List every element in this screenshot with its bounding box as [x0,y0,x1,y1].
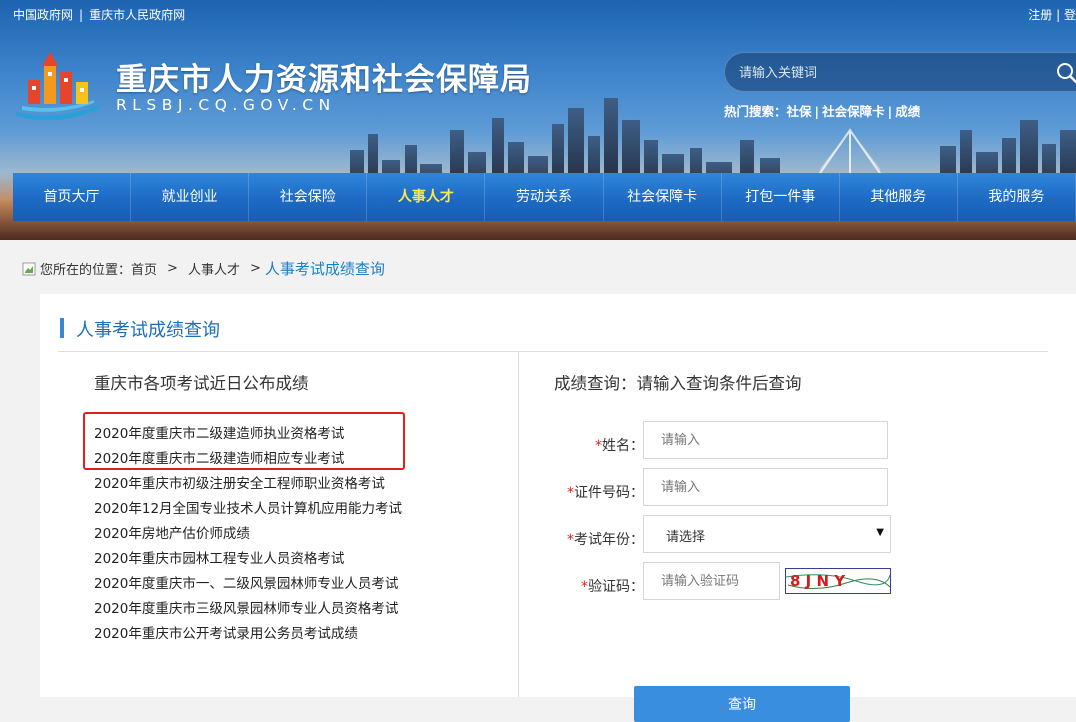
nav-item-employment[interactable]: 就业创业 [131,173,250,221]
breadcrumb-current: 人事考试成绩查询 [264,260,385,278]
exam-item[interactable]: 2020年重庆市园林工程专业人员资格考试 [94,547,402,572]
id-number-label: *证件号码： [567,485,644,501]
bureau-logo-icon [16,52,100,120]
breadcrumb-separator: > [167,261,178,276]
recent-scores-section: 重庆市各项考试近日公布成绩 2020年度重庆市二级建造师执业资格考试 2020年… [40,352,519,697]
account-links-separator: | [1056,8,1061,22]
required-mark: * [595,438,602,454]
captcha-image[interactable]: 8 J N Y [785,568,891,594]
breadcrumb-home[interactable]: 首页 [131,259,157,278]
required-mark: * [567,485,574,501]
nav-item-social-security-card[interactable]: 社会保障卡 [604,173,722,221]
search-input[interactable] [737,61,1041,85]
breadcrumb: 您所在的位置： 首页 > 人事人才 > 人事考试成绩查询 [22,258,385,279]
page-header: 中国政府网 | 重庆市人民政府网 注册 | 登 重庆市人力资源和社会保障局 RLSB… [0,0,1076,240]
top-links-separator: | [79,8,84,22]
required-mark: * [567,532,574,548]
site-title: 重庆市人力资源和社会保障局 [116,62,532,98]
query-heading: 成绩查询：请输入查询条件后查询 [554,374,802,393]
exam-year-selected: 请选择 [666,530,706,545]
hot-search: 热门搜索：社保 | 社会保障卡 | 成绩 [724,104,921,119]
search-box [724,52,1076,92]
captcha-label: *验证码： [581,579,644,595]
content-area: 您所在的位置： 首页 > 人事人才 > 人事考试成绩查询 人事考试成绩查询 重庆… [0,240,1076,722]
hot-search-item-score[interactable]: 成绩 [895,104,920,119]
name-input[interactable] [643,421,888,459]
exam-year-select[interactable]: 请选择 ▼ [643,515,891,553]
required-mark: * [581,579,588,595]
score-query-panel: 人事考试成绩查询 重庆市各项考试近日公布成绩 2020年度重庆市二级建造师执业资… [40,294,1076,722]
top-links: 中国政府网 | 重庆市人民政府网 [13,6,185,23]
link-cq-gov[interactable]: 重庆市人民政府网 [89,8,185,22]
nav-item-home[interactable]: 首页大厅 [13,173,132,221]
nav-item-personnel[interactable]: 人事人才 [367,173,486,221]
exam-item[interactable]: 2020年度重庆市二级建造师相应专业考试 [94,447,402,472]
name-label: *姓名： [595,438,644,454]
site-domain: RLSBJ.CQ.GOV.CN [116,96,336,114]
panel-title: 人事考试成绩查询 [76,320,220,341]
link-gov-cn[interactable]: 中国政府网 [13,8,73,22]
breadcrumb-separator: > [249,261,261,276]
exam-item[interactable]: 2020年重庆市公开考试录用公务员考试成绩 [94,622,402,647]
breadcrumb-personnel[interactable]: 人事人才 [188,259,240,278]
exam-item[interactable]: 2020年重庆市初级注册安全工程师职业资格考试 [94,472,402,497]
id-number-input[interactable] [643,468,888,506]
location-icon [22,262,36,275]
exam-item[interactable]: 2020年度重庆市三级风景园林师专业人员资格考试 [94,597,402,622]
exam-item[interactable]: 2020年度重庆市二级建造师执业资格考试 [94,422,402,447]
hot-search-item-shebao[interactable]: 社保 [787,104,812,119]
exam-item[interactable]: 2020年12月全国专业技术人员计算机应用能力考试 [94,497,402,522]
nav-item-other-services[interactable]: 其他服务 [840,173,958,221]
panel-title-marker [60,318,64,338]
main-nav: 首页大厅 就业创业 社会保险 人事人才 劳动关系 社会保障卡 打包一件事 其他服… [13,173,1076,221]
login-link[interactable]: 登 [1064,8,1076,22]
nav-item-social-insurance[interactable]: 社会保险 [249,173,368,221]
account-links: 注册 | 登 [1028,6,1076,23]
captcha-input[interactable] [643,562,780,600]
score-query-form: 成绩查询：请输入查询条件后查询 *姓名： *证件号码： *考试年份： 请选择 ▼… [554,352,1074,722]
exam-list: 2020年度重庆市二级建造师执业资格考试 2020年度重庆市二级建造师相应专业考… [94,422,402,647]
exam-year-label: *考试年份： [567,532,644,548]
breadcrumb-prefix: 您所在的位置： [40,263,132,278]
search-icon[interactable] [1055,61,1076,85]
captcha-noise: 8 J N Y [785,572,891,590]
hot-search-item-card[interactable]: 社会保障卡 [822,104,885,119]
nav-item-package-service[interactable]: 打包一件事 [722,173,840,221]
caret-down-icon: ▼ [876,527,884,538]
recent-scores-heading: 重庆市各项考试近日公布成绩 [94,374,309,393]
register-link[interactable]: 注册 [1028,8,1052,22]
exam-item[interactable]: 2020年房地产估价师成绩 [94,522,402,547]
captcha-text: 8 J N Y [790,572,846,590]
hot-search-label: 热门搜索： [724,104,787,119]
exam-item[interactable]: 2020年度重庆市一、二级风景园林师专业人员考试 [94,572,402,597]
nav-item-my-services[interactable]: 我的服务 [958,173,1076,221]
nav-item-labor-relations[interactable]: 劳动关系 [485,173,604,221]
query-button[interactable]: 查询 [634,686,850,722]
